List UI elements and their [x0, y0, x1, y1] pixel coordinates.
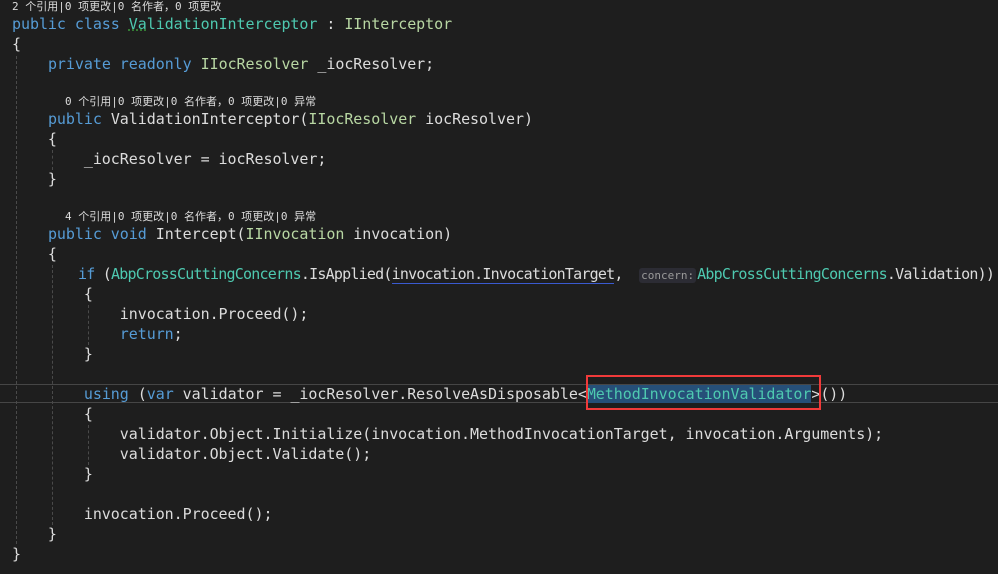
- code-line: }: [12, 344, 93, 364]
- code-line: {: [12, 284, 93, 304]
- code-token: {: [12, 285, 93, 303]
- code-token: 2 个引用|0 项更改|0 名作者，0 项更改: [12, 0, 222, 13]
- code-line: }: [12, 524, 57, 544]
- code-line: public ValidationInterceptor(IIocResolve…: [12, 109, 533, 129]
- code-token: public class: [12, 15, 129, 33]
- code-token: ,: [614, 265, 640, 283]
- code-line: private readonly IIocResolver _iocResolv…: [12, 54, 434, 74]
- code-token: validator.Object.Validate();: [12, 445, 372, 463]
- code-line: return;: [12, 324, 183, 344]
- code-token: IIocResolver: [308, 110, 417, 128]
- code-token: .IsApplied(: [300, 265, 393, 283]
- code-token: public: [47, 110, 111, 128]
- code-token: {: [12, 245, 57, 263]
- code-token: IInterceptor: [344, 15, 453, 33]
- codelens-info[interactable]: 4 个引用|0 项更改|0 名作者，0 项更改|0 异常: [12, 209, 316, 224]
- code-token: }: [12, 345, 93, 363]
- codelens-info[interactable]: 2 个引用|0 项更改|0 名作者，0 项更改: [12, 0, 221, 14]
- code-token: IInvocation: [245, 225, 345, 243]
- code-token: 0 个引用|0 项更改|0 名作者，0 项更改|0 异常: [12, 95, 317, 108]
- code-token: Va: [128, 15, 147, 33]
- code-token: return: [119, 325, 174, 343]
- code-token: invocation.Proceed();: [12, 505, 273, 523]
- code-token: 4 个引用|0 项更改|0 名作者，0 项更改|0 异常: [12, 210, 317, 223]
- code-token: _iocResolver = iocResolver;: [12, 150, 327, 168]
- code-token: ValidationInterceptor(: [110, 110, 309, 128]
- code-editor[interactable]: 2 个引用|0 项更改|0 名作者，0 项更改 public class Vali…: [0, 0, 998, 574]
- code-line: invocation.Proceed();: [12, 304, 309, 324]
- code-token: using: [83, 385, 129, 403]
- code-token: (: [94, 265, 112, 283]
- code-token: Intercept(: [155, 225, 246, 243]
- code-token: }: [12, 170, 57, 188]
- code-line: }: [12, 464, 93, 484]
- code-line: public void Intercept(IInvocation invoca…: [12, 224, 452, 244]
- code-token: _iocResolver;: [308, 55, 435, 73]
- inline-parameter-hint: concern:: [639, 268, 697, 283]
- code-token: IIocResolver: [200, 55, 309, 73]
- code-token: var: [146, 385, 174, 403]
- code-line: if (AbpCrossCuttingConcerns.IsApplied(in…: [12, 264, 995, 284]
- code-token: invocation): [344, 225, 453, 243]
- code-line: {: [12, 129, 57, 149]
- code-token: iocResolver): [416, 110, 533, 128]
- code-token: {: [12, 35, 21, 53]
- code-token: AbpCrossCuttingConcerns: [697, 265, 888, 283]
- code-token: if: [78, 265, 95, 283]
- code-token: .Validation)): [886, 265, 995, 283]
- code-token: validator = _iocResolver.ResolveAsDispos…: [173, 385, 587, 403]
- code-token: }: [12, 465, 93, 483]
- code-token: (: [128, 385, 147, 403]
- code-token: invocation.Proceed();: [12, 305, 309, 323]
- code-token: {: [12, 405, 93, 423]
- code-line: {: [12, 244, 57, 264]
- code-line: }: [12, 544, 21, 564]
- code-line: {: [12, 34, 21, 54]
- code-token: AbpCrossCuttingConcerns: [111, 265, 302, 283]
- highlight-annotation-box: [586, 375, 821, 410]
- code-token: }: [12, 545, 21, 563]
- code-line: public class ValidationInterceptor : IIn…: [12, 14, 452, 34]
- code-token: ;: [173, 325, 183, 343]
- code-line: _iocResolver = iocResolver;: [12, 149, 327, 169]
- code-line: }: [12, 169, 57, 189]
- code-line: {: [12, 404, 93, 424]
- code-token: lidationInterceptor: [146, 15, 318, 33]
- code-line: validator.Object.Validate();: [12, 444, 372, 464]
- code-token: :: [317, 15, 345, 33]
- code-token: private readonly: [47, 55, 201, 73]
- codelens-info[interactable]: 0 个引用|0 项更改|0 名作者，0 项更改|0 异常: [12, 94, 316, 109]
- code-token: {: [12, 130, 57, 148]
- code-line: invocation.Proceed();: [12, 504, 273, 524]
- code-token: }: [12, 525, 57, 543]
- code-token: validator.Object.Initialize(invocation.M…: [12, 425, 884, 443]
- code-token: public void: [47, 225, 156, 243]
- code-token: invocation.InvocationTarget: [391, 265, 615, 284]
- code-line: validator.Object.Initialize(invocation.M…: [12, 424, 883, 444]
